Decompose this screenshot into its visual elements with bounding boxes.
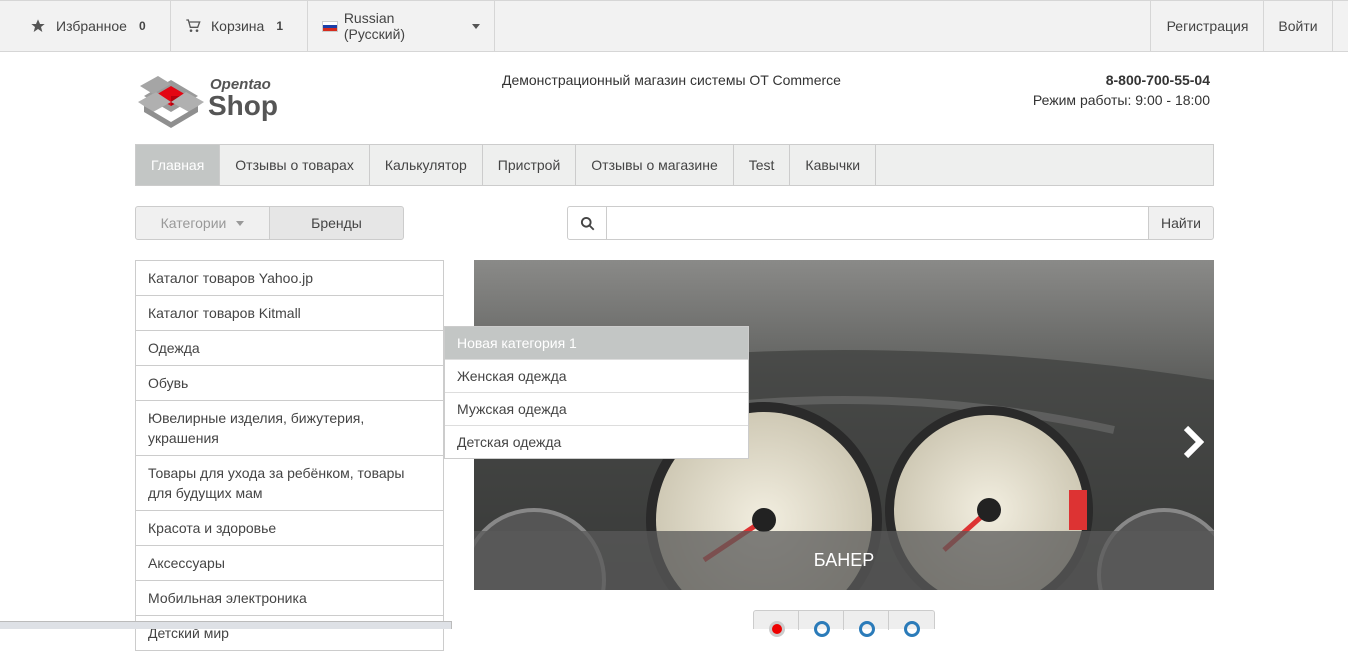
search-button-label: Найти bbox=[1161, 215, 1201, 231]
search-icon-box[interactable] bbox=[567, 206, 607, 240]
submenu-item[interactable]: Мужская одежда bbox=[445, 392, 748, 425]
category-list: Каталог товаров Yahoo.jp Каталог товаров… bbox=[135, 260, 444, 651]
browser-status-bar bbox=[0, 621, 452, 629]
box-logo-icon bbox=[138, 76, 204, 128]
slide-dot[interactable] bbox=[799, 611, 844, 637]
categories-button[interactable]: Категории bbox=[135, 206, 270, 240]
category-item[interactable]: Аксессуары bbox=[135, 546, 444, 581]
phone-number: 8-800-700-55-04 bbox=[1105, 72, 1210, 88]
login-link[interactable]: Войти bbox=[1263, 1, 1333, 51]
nav-item-product-reviews[interactable]: Отзывы о товарах bbox=[220, 145, 370, 185]
category-submenu: Новая категория 1 Женская одежда Мужская… bbox=[444, 326, 749, 459]
login-label: Войти bbox=[1278, 18, 1318, 34]
nav-item-quotes[interactable]: Кавычки bbox=[790, 145, 877, 185]
submenu-item[interactable]: Детская одежда bbox=[445, 425, 748, 458]
cart-label: Корзина bbox=[211, 18, 265, 34]
logo[interactable]: Opentao Shop bbox=[136, 70, 286, 128]
brands-button[interactable]: Бренды bbox=[269, 206, 404, 240]
search-icon bbox=[580, 216, 594, 230]
category-item[interactable]: Обувь bbox=[135, 366, 444, 401]
chevron-down-icon bbox=[472, 23, 480, 29]
chevron-down-icon bbox=[236, 220, 245, 226]
nav-item-pristroy[interactable]: Пристрой bbox=[483, 145, 577, 185]
search-input[interactable] bbox=[606, 206, 1149, 240]
favorites-count: 0 bbox=[138, 19, 146, 33]
slide-dot[interactable] bbox=[844, 611, 889, 637]
nav-item-home[interactable]: Главная bbox=[136, 145, 221, 185]
star-icon bbox=[31, 19, 45, 32]
favorites-label: Избранное bbox=[56, 18, 127, 34]
nav-item-store-reviews[interactable]: Отзывы о магазине bbox=[576, 145, 734, 185]
next-slide-button[interactable] bbox=[1182, 425, 1205, 462]
cart-count: 1 bbox=[276, 19, 284, 33]
banner-caption-text: БАНЕР bbox=[813, 550, 875, 570]
cart-link[interactable]: Корзина 1 bbox=[171, 1, 308, 51]
store-tagline: Демонстрационный магазин системы OT Comm… bbox=[502, 72, 841, 88]
top-bar: Избранное 0 Корзина 1 Russian (Русский) … bbox=[0, 0, 1348, 52]
banner-caption: БАНЕР bbox=[474, 531, 1214, 590]
cart-icon bbox=[186, 19, 201, 32]
chevron-right-icon bbox=[1183, 425, 1205, 459]
category-item[interactable]: Товары для ухода за ребёнком, товары для… bbox=[135, 456, 444, 511]
category-item[interactable]: Каталог товаров Kitmall bbox=[135, 296, 444, 331]
category-item[interactable]: Мобильная электроника bbox=[135, 581, 444, 616]
slide-dot[interactable] bbox=[889, 611, 934, 637]
categories-label: Категории bbox=[160, 215, 227, 231]
nav-item-calculator[interactable]: Калькулятор bbox=[370, 145, 483, 185]
working-hours: Режим работы: 9:00 - 18:00 bbox=[1032, 92, 1210, 108]
logo-text-bottom: Shop bbox=[208, 90, 278, 121]
register-label: Регистрация bbox=[1166, 18, 1249, 34]
category-item[interactable]: Красота и здоровье bbox=[135, 511, 444, 546]
language-label: Russian (Русский) bbox=[343, 10, 406, 42]
submenu-item[interactable]: Новая категория 1 bbox=[445, 327, 748, 359]
register-link[interactable]: Регистрация bbox=[1150, 1, 1264, 51]
category-item[interactable]: Ювелирные изделия, бижутерия, украшения bbox=[135, 401, 444, 456]
submenu-item[interactable]: Женская одежда bbox=[445, 359, 748, 392]
language-select[interactable]: Russian (Русский) bbox=[308, 1, 495, 51]
category-item[interactable]: Одежда bbox=[135, 331, 444, 366]
nav-item-test[interactable]: Test bbox=[734, 145, 791, 185]
slide-dot[interactable] bbox=[754, 611, 799, 637]
favorites-link[interactable]: Избранное 0 bbox=[0, 1, 171, 51]
main-nav: Главная Отзывы о товарах Калькулятор При… bbox=[135, 144, 1214, 186]
brands-label: Бренды bbox=[311, 215, 362, 231]
russia-flag-icon bbox=[322, 20, 338, 32]
slider-pager bbox=[753, 610, 935, 637]
category-item[interactable]: Каталог товаров Yahoo.jp bbox=[135, 260, 444, 296]
search-button[interactable]: Найти bbox=[1148, 206, 1214, 240]
